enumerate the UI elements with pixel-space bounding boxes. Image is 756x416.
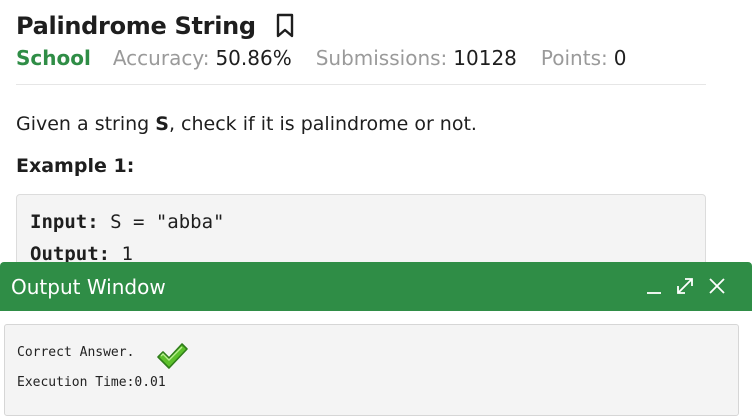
expand-icon[interactable] xyxy=(673,274,697,298)
title-row: Palindrome String xyxy=(16,12,296,40)
example-title: Example 1: xyxy=(16,155,135,177)
statement-suffix: , check if it is palindrome or not. xyxy=(168,113,477,135)
statement-variable: S xyxy=(155,113,169,135)
bookmark-icon[interactable] xyxy=(274,13,296,39)
divider xyxy=(16,84,706,85)
output-window-title: Output Window xyxy=(11,275,166,299)
input-label: Input: xyxy=(30,211,99,233)
accuracy-value: 50.86% xyxy=(215,46,292,70)
submissions-value[interactable]: 10128 xyxy=(453,46,517,70)
checkmark-icon xyxy=(155,341,189,371)
output-console: Correct Answer. Execution Time:0.01 xyxy=(4,324,739,416)
points-label: Points: xyxy=(540,46,608,70)
close-icon[interactable] xyxy=(705,274,729,298)
problem-title: Palindrome String xyxy=(16,12,256,40)
input-value: S = "abba" xyxy=(98,211,225,233)
minimize-icon[interactable] xyxy=(642,274,666,298)
output-window-header: Output Window xyxy=(0,262,752,311)
submissions-label: Submissions: xyxy=(315,46,448,70)
accuracy-label: Accuracy: xyxy=(112,46,210,70)
difficulty-badge[interactable]: School xyxy=(16,46,91,70)
problem-meta: School Accuracy: 50.86% Submissions: 101… xyxy=(16,46,650,70)
execution-time: Execution Time:0.01 xyxy=(17,375,166,390)
statement-prefix: Given a string xyxy=(16,113,156,135)
output-window: Output Window Correct Answer. Execution … xyxy=(0,262,752,416)
example-input-line: Input: S = "abba" xyxy=(30,211,224,233)
result-text: Correct Answer. xyxy=(17,345,135,360)
points-value: 0 xyxy=(613,46,627,70)
problem-statement: Given a string S, check if it is palindr… xyxy=(16,113,477,135)
